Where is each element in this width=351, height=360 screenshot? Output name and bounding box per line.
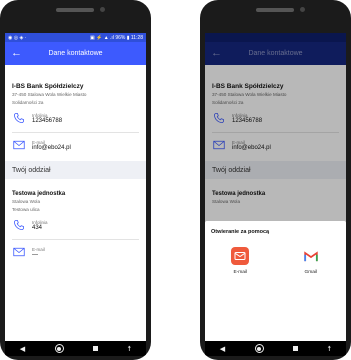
email-app-icon [231, 247, 250, 265]
phone-value: 123456788 [32, 117, 63, 124]
system-nav-bar: ◀ ☨ [5, 341, 146, 356]
gmail-icon [302, 247, 320, 265]
status-right: ▣ ⚡ ▲ .ıl 96% ▮ 11:28 [89, 34, 143, 41]
nav-accessibility-icon[interactable]: ☨ [127, 345, 131, 353]
content: I-BS Bank Spółdzielczy 37-450 Stalowa Wo… [5, 65, 146, 262]
system-nav-bar: ◀ ☨ [205, 341, 346, 356]
nav-recents-icon[interactable] [292, 346, 298, 351]
email-row[interactable]: E-mail info@ebo24.pl [12, 139, 139, 151]
phone-speaker [56, 8, 94, 12]
screen-right: ← Dane kontaktowe I-BS Bank Spółdzielczy… [205, 33, 346, 341]
nav-back-icon[interactable]: ◀ [20, 345, 25, 353]
unit-street: Testowa ulica [12, 207, 40, 212]
nav-home-icon[interactable] [254, 344, 264, 353]
branch-section-header: Twój oddział [5, 161, 146, 179]
status-bar: ◉ ◎ ◈ · ▣ ⚡ ▲ .ıl 96% ▮ 11:28 [5, 33, 146, 42]
unit-city: Stalowa Wola [12, 199, 41, 204]
nav-home-icon[interactable] [54, 344, 64, 353]
branch-email-row[interactable]: E-mail — [12, 246, 139, 258]
app-label: E-mail [233, 270, 248, 275]
scrim-overlay[interactable] [205, 33, 346, 233]
bank-section: I-BS Bank Spółdzielczy 37-450 Stalowa Wo… [5, 65, 146, 155]
branch-section: Testowa jednostka Stalowa Wola Testowa u… [5, 179, 146, 262]
nav-accessibility-icon[interactable]: ☨ [327, 345, 331, 353]
phone-icon [12, 112, 26, 124]
app-option-gmail[interactable]: Gmail [291, 247, 331, 275]
page-title: Dane kontaktowe [48, 50, 103, 57]
app-bar: ← Dane kontaktowe [5, 42, 146, 65]
phone-camera [300, 7, 305, 12]
app-label: Gmail [304, 270, 318, 275]
status-left: ◉ ◎ ◈ · [8, 34, 27, 41]
bank-address-line1: 37-450 Stalowa Wola Wielkie Miasto [12, 92, 87, 97]
bank-address-line2: Solidarności 2a [12, 100, 44, 105]
branch-phone-value: 434 [32, 224, 43, 231]
branch-email-value: — [32, 251, 38, 258]
envelope-icon [12, 246, 26, 258]
email-value: info@ebo24.pl [32, 144, 71, 151]
nav-back-icon[interactable]: ◀ [220, 345, 225, 353]
phone-icon [12, 219, 26, 231]
app-chooser: E-mail Gmail [205, 247, 346, 275]
open-with-sheet: Otwieranie za pomocą E-mail Gmail [205, 221, 346, 341]
phone-right: ← Dane kontaktowe I-BS Bank Spółdzielczy… [200, 0, 351, 360]
envelope-icon [12, 139, 26, 151]
branch-email-label: E-mail [32, 246, 45, 252]
bank-name: I-BS Bank Spółdzielczy [12, 83, 84, 90]
divider [12, 132, 139, 133]
divider [12, 239, 139, 240]
app-option-email[interactable]: E-mail [220, 247, 260, 275]
branch-phone-row[interactable]: Infolinia 434 [12, 219, 139, 231]
phone-speaker [256, 8, 294, 12]
sheet-title: Otwieranie za pomocą [211, 229, 270, 235]
phone-camera [100, 7, 105, 12]
phone-row[interactable]: Infolinia 123456788 [12, 112, 139, 124]
phone-left: ◉ ◎ ◈ · ▣ ⚡ ▲ .ıl 96% ▮ 11:28 ← Dane kon… [0, 0, 151, 360]
branch-phone-label: Infolinia [32, 219, 48, 225]
nav-recents-icon[interactable] [92, 346, 98, 351]
screen-left: ◉ ◎ ◈ · ▣ ⚡ ▲ .ıl 96% ▮ 11:28 ← Dane kon… [5, 33, 146, 341]
unit-name: Testowa jednostka [12, 191, 66, 197]
arrow-left-icon[interactable]: ← [11, 48, 25, 59]
